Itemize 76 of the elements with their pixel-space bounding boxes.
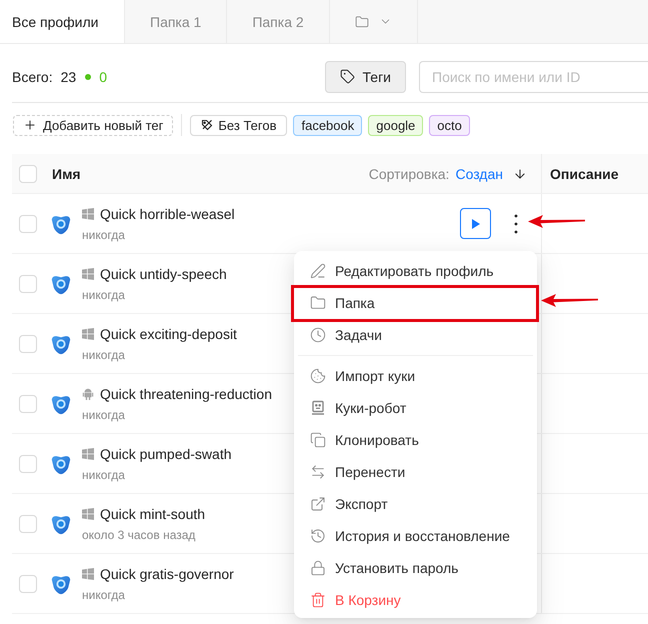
windows-icon (82, 268, 94, 280)
folder-icon (354, 14, 369, 28)
last-run-text: никогда (82, 227, 126, 243)
pencil-icon (310, 263, 326, 279)
last-run-text: никогда (82, 407, 126, 423)
tag-chip[interactable]: facebook (293, 114, 362, 136)
table-row[interactable]: Quick horrible-weasel никогда (12, 194, 648, 254)
last-run-text: никогда (82, 287, 126, 303)
last-run-text: никогда (82, 587, 126, 603)
column-header: Описание (550, 166, 619, 182)
more-vertical-icon (514, 214, 518, 234)
column-header: Имя (52, 166, 81, 182)
tag-chip[interactable]: octo (429, 114, 470, 136)
tags-button[interactable]: Теги (324, 60, 406, 92)
cookie-icon (310, 368, 326, 384)
tag-chip[interactable]: google (368, 114, 424, 136)
sort-label: Сортировка: (368, 166, 450, 182)
running-count: 0 (99, 68, 107, 84)
menu-item[interactable]: Папка (294, 287, 537, 319)
copy-icon (310, 432, 326, 448)
play-icon (472, 218, 480, 228)
play-button[interactable] (460, 208, 491, 239)
checkbox[interactable] (19, 214, 37, 232)
history-icon (310, 528, 326, 544)
android-icon (82, 388, 94, 400)
search-field[interactable]: Поиск по имени или ID (419, 60, 648, 92)
profile-name[interactable]: Quick pumped-swath (100, 446, 232, 462)
robot-face-icon (310, 400, 326, 416)
status-dot-icon (85, 74, 92, 80)
menu-item[interactable]: Импорт куки (294, 360, 537, 392)
menu-item[interactable]: Клонировать (294, 424, 537, 456)
tab[interactable]: Все профили (0, 0, 125, 43)
total-count: 23 (60, 68, 76, 84)
windows-icon (82, 448, 94, 460)
windows-icon (82, 328, 94, 340)
windows-icon (82, 208, 94, 220)
tag-off-icon (201, 119, 214, 131)
checkbox[interactable] (19, 274, 37, 292)
tag-chip[interactable]: Без Тегов (190, 114, 288, 136)
add-tag-button[interactable]: Добавить новый тег (13, 114, 174, 136)
windows-icon (82, 568, 94, 580)
arrow-icon (528, 214, 585, 228)
menu-item[interactable]: Экспорт (294, 488, 537, 520)
menu-item[interactable]: Редактировать профиль (294, 255, 537, 287)
sort-field-link[interactable]: Создан (455, 166, 503, 182)
plus-icon (23, 118, 37, 132)
external-link-icon (310, 496, 326, 512)
profile-name[interactable]: Quick threatening-reduction (100, 386, 272, 402)
last-run-text: никогда (82, 467, 126, 483)
checkbox[interactable] (19, 334, 37, 352)
folder-icon (310, 295, 326, 311)
profile-name[interactable]: Quick horrible-weasel (100, 206, 235, 222)
clock-icon (310, 327, 326, 343)
profile-name[interactable]: Quick mint-south (100, 506, 206, 522)
menu-item[interactable]: Задачи (294, 319, 537, 351)
checkbox[interactable] (19, 164, 37, 182)
trash-icon (310, 592, 326, 608)
checkbox[interactable] (19, 574, 37, 592)
tag-icon (340, 69, 355, 84)
last-run-text: около 3 часов назад (82, 527, 196, 543)
swap-arrows-icon (310, 464, 326, 480)
arrow-icon (541, 294, 598, 307)
profile-name[interactable]: Quick gratis-governor (100, 566, 234, 582)
checkbox[interactable] (19, 394, 37, 412)
menu-item[interactable]: Установить пароль (294, 552, 537, 584)
menu-item[interactable]: Куки-робот (294, 392, 537, 424)
checkbox[interactable] (19, 514, 37, 532)
menu-item[interactable]: Перенести (294, 456, 537, 488)
last-run-text: никогда (82, 347, 126, 363)
checkbox[interactable] (19, 454, 37, 472)
profile-name[interactable]: Quick untidy-speech (100, 266, 227, 282)
menu-item[interactable]: История и восстановление (294, 520, 537, 552)
lock-icon (310, 560, 326, 576)
windows-icon (82, 508, 94, 520)
profile-name[interactable]: Quick exciting-deposit (100, 326, 237, 342)
total-label: Всего: (12, 68, 53, 84)
